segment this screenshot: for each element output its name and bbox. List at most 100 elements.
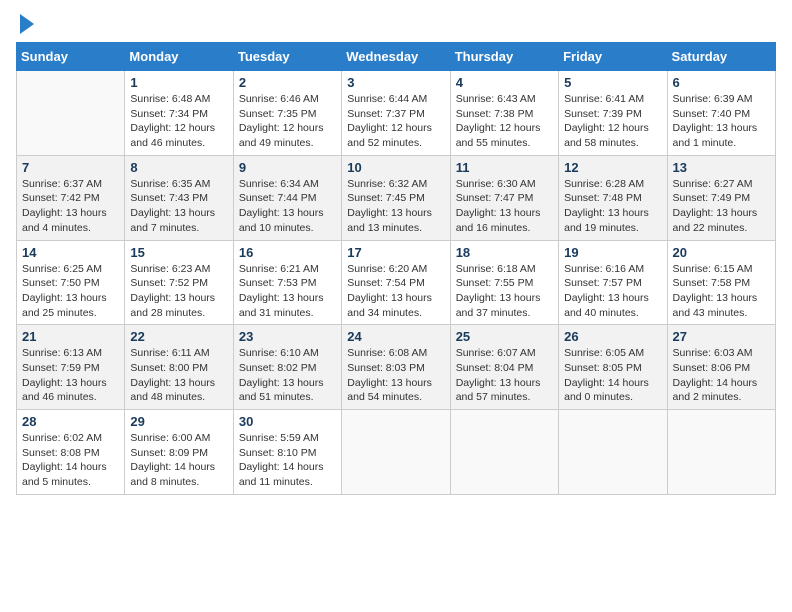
calendar-cell: 11Sunrise: 6:30 AM Sunset: 7:47 PM Dayli… [450,155,558,240]
day-number: 5 [564,75,661,90]
day-info: Sunrise: 6:34 AM Sunset: 7:44 PM Dayligh… [239,177,336,236]
day-header-saturday: Saturday [667,43,775,71]
day-number: 29 [130,414,227,429]
day-info: Sunrise: 5:59 AM Sunset: 8:10 PM Dayligh… [239,431,336,490]
day-number: 15 [130,245,227,260]
day-info: Sunrise: 6:18 AM Sunset: 7:55 PM Dayligh… [456,262,553,321]
calendar-cell: 29 Sunrise: 6:00 AM Sunset: 8:09 PM Dayli… [125,410,233,495]
day-number: 3 [347,75,444,90]
calendar-cell [559,410,667,495]
day-number: 20 [673,245,770,260]
day-info: Sunrise: 6:32 AM Sunset: 7:45 PM Dayligh… [347,177,444,236]
week-row-1: 7 Sunrise: 6:37 AM Sunset: 7:42 PM Daylig… [17,155,776,240]
calendar-cell: 4 Sunrise: 6:43 AM Sunset: 7:38 PM Daylig… [450,71,558,156]
day-number: 7 [22,160,119,175]
day-number: 16 [239,245,336,260]
day-number: 14 [22,245,119,260]
day-info: Sunrise: 6:35 AM Sunset: 7:43 PM Dayligh… [130,177,227,236]
day-header-monday: Monday [125,43,233,71]
calendar-cell: 12 Sunrise: 6:28 AM Sunset: 7:48 PM Dayli… [559,155,667,240]
day-info: Sunrise: 6:37 AM Sunset: 7:42 PM Dayligh… [22,177,119,236]
day-header-sunday: Sunday [17,43,125,71]
calendar-cell: 26 Sunrise: 6:05 AM Sunset: 8:05 PM Dayli… [559,325,667,410]
day-info: Sunrise: 6:27 AM Sunset: 7:49 PM Dayligh… [673,177,770,236]
calendar-cell: 17 Sunrise: 6:20 AM Sunset: 7:54 PM Dayli… [342,240,450,325]
day-info: Sunrise: 6:46 AM Sunset: 7:35 PM Dayligh… [239,92,336,151]
calendar-table: SundayMondayTuesdayWednesdayThursdayFrid… [16,42,776,495]
calendar-cell: 25 Sunrise: 6:07 AM Sunset: 8:04 PM Dayli… [450,325,558,410]
day-number: 6 [673,75,770,90]
calendar-cell: 8 Sunrise: 6:35 AM Sunset: 7:43 PM Daylig… [125,155,233,240]
day-number: 28 [22,414,119,429]
calendar-cell: 14 Sunrise: 6:25 AM Sunset: 7:50 PM Dayli… [17,240,125,325]
calendar-cell: 7 Sunrise: 6:37 AM Sunset: 7:42 PM Daylig… [17,155,125,240]
day-number: 27 [673,329,770,344]
calendar-cell: 28Sunrise: 6:02 AM Sunset: 8:08 PM Dayli… [17,410,125,495]
day-number: 4 [456,75,553,90]
day-info: Sunrise: 6:07 AM Sunset: 8:04 PM Dayligh… [456,346,553,405]
day-info: Sunrise: 6:43 AM Sunset: 7:38 PM Dayligh… [456,92,553,151]
day-info: Sunrise: 6:39 AM Sunset: 7:40 PM Dayligh… [673,92,770,151]
day-info: Sunrise: 6:00 AM Sunset: 8:09 PM Dayligh… [130,431,227,490]
day-number: 13 [673,160,770,175]
day-number: 18 [456,245,553,260]
calendar-cell: 19Sunrise: 6:16 AM Sunset: 7:57 PM Dayli… [559,240,667,325]
day-number: 19 [564,245,661,260]
day-header-thursday: Thursday [450,43,558,71]
day-info: Sunrise: 6:21 AM Sunset: 7:53 PM Dayligh… [239,262,336,321]
day-number: 21 [22,329,119,344]
day-number: 22 [130,329,227,344]
day-number: 9 [239,160,336,175]
day-info: Sunrise: 6:28 AM Sunset: 7:48 PM Dayligh… [564,177,661,236]
day-header-wednesday: Wednesday [342,43,450,71]
day-info: Sunrise: 6:03 AM Sunset: 8:06 PM Dayligh… [673,346,770,405]
day-number: 17 [347,245,444,260]
day-number: 23 [239,329,336,344]
page-header [16,16,776,34]
day-number: 26 [564,329,661,344]
calendar-cell: 21 Sunrise: 6:13 AM Sunset: 7:59 PM Dayli… [17,325,125,410]
calendar-cell: 16 Sunrise: 6:21 AM Sunset: 7:53 PM Dayli… [233,240,341,325]
week-row-2: 14 Sunrise: 6:25 AM Sunset: 7:50 PM Dayli… [17,240,776,325]
calendar-cell: 23Sunrise: 6:10 AM Sunset: 8:02 PM Dayli… [233,325,341,410]
week-row-4: 28Sunrise: 6:02 AM Sunset: 8:08 PM Dayli… [17,410,776,495]
calendar-cell: 5 Sunrise: 6:41 AM Sunset: 7:39 PM Daylig… [559,71,667,156]
calendar-body: 1Sunrise: 6:48 AM Sunset: 7:34 PM Daylig… [17,71,776,495]
day-number: 10 [347,160,444,175]
calendar-header-row: SundayMondayTuesdayWednesdayThursdayFrid… [17,43,776,71]
day-number: 24 [347,329,444,344]
calendar-cell: 6 Sunrise: 6:39 AM Sunset: 7:40 PM Daylig… [667,71,775,156]
calendar-cell: 3 Sunrise: 6:44 AM Sunset: 7:37 PM Daylig… [342,71,450,156]
day-number: 12 [564,160,661,175]
week-row-3: 21 Sunrise: 6:13 AM Sunset: 7:59 PM Dayli… [17,325,776,410]
day-info: Sunrise: 6:48 AM Sunset: 7:34 PM Dayligh… [130,92,227,151]
calendar-cell [17,71,125,156]
week-row-0: 1Sunrise: 6:48 AM Sunset: 7:34 PM Daylig… [17,71,776,156]
calendar-cell: 22Sunrise: 6:11 AM Sunset: 8:00 PM Dayli… [125,325,233,410]
calendar-cell: 13 Sunrise: 6:27 AM Sunset: 7:49 PM Dayli… [667,155,775,240]
day-header-friday: Friday [559,43,667,71]
day-info: Sunrise: 6:41 AM Sunset: 7:39 PM Dayligh… [564,92,661,151]
day-info: Sunrise: 6:44 AM Sunset: 7:37 PM Dayligh… [347,92,444,151]
day-info: Sunrise: 6:08 AM Sunset: 8:03 PM Dayligh… [347,346,444,405]
day-info: Sunrise: 6:15 AM Sunset: 7:58 PM Dayligh… [673,262,770,321]
day-info: Sunrise: 6:25 AM Sunset: 7:50 PM Dayligh… [22,262,119,321]
calendar-cell [667,410,775,495]
calendar-cell [450,410,558,495]
day-header-tuesday: Tuesday [233,43,341,71]
day-number: 25 [456,329,553,344]
day-info: Sunrise: 6:05 AM Sunset: 8:05 PM Dayligh… [564,346,661,405]
day-number: 2 [239,75,336,90]
day-number: 30 [239,414,336,429]
calendar-cell: 10 Sunrise: 6:32 AM Sunset: 7:45 PM Dayli… [342,155,450,240]
day-info: Sunrise: 6:13 AM Sunset: 7:59 PM Dayligh… [22,346,119,405]
day-info: Sunrise: 6:23 AM Sunset: 7:52 PM Dayligh… [130,262,227,321]
logo [16,16,34,34]
calendar-cell: 18 Sunrise: 6:18 AM Sunset: 7:55 PM Dayli… [450,240,558,325]
calendar-cell: 24 Sunrise: 6:08 AM Sunset: 8:03 PM Dayli… [342,325,450,410]
day-info: Sunrise: 6:20 AM Sunset: 7:54 PM Dayligh… [347,262,444,321]
calendar-cell: 9 Sunrise: 6:34 AM Sunset: 7:44 PM Daylig… [233,155,341,240]
day-number: 8 [130,160,227,175]
calendar-cell [342,410,450,495]
calendar-cell: 30 Sunrise: 5:59 AM Sunset: 8:10 PM Dayli… [233,410,341,495]
